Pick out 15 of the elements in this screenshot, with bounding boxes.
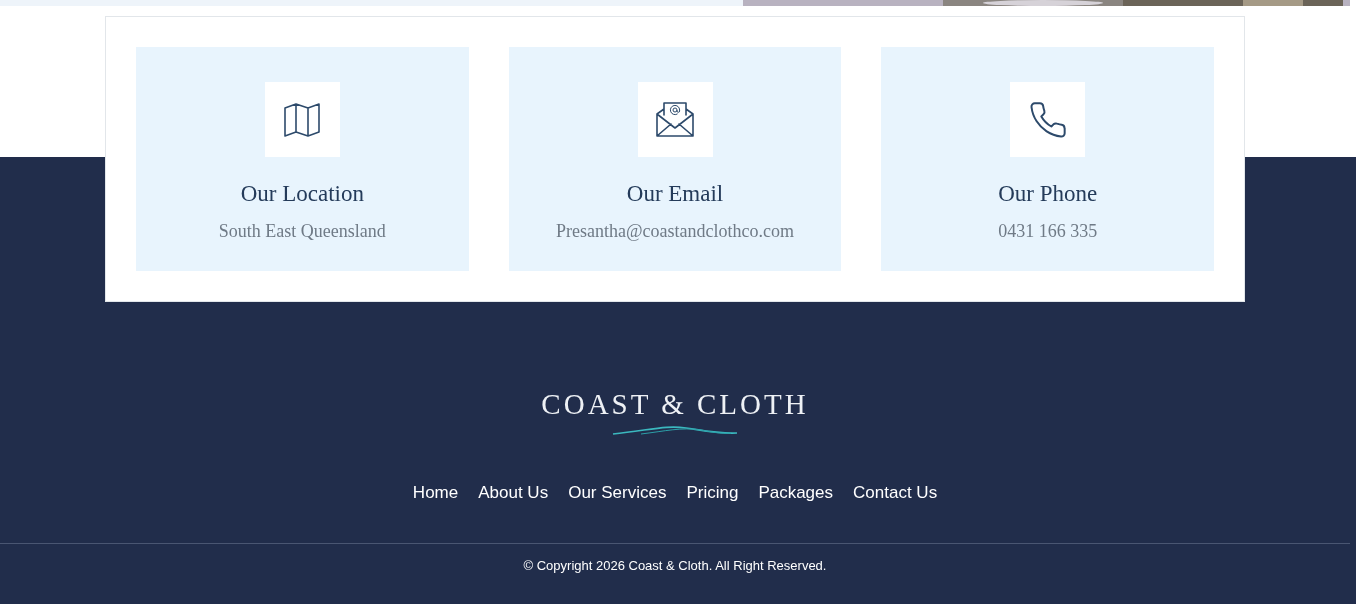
contact-title: Our Location [240, 180, 364, 208]
contact-detail: Presantha@coastandclothco.com [556, 219, 794, 243]
footer-nav-link[interactable]: Our Services [568, 480, 667, 506]
wave-logo-icon [611, 425, 739, 435]
contact-detail: South East Queensland [218, 219, 386, 243]
logo-text: COAST & CLOTH [541, 390, 809, 419]
footer-nav-link[interactable]: About Us [478, 480, 549, 506]
footer-nav-link[interactable]: Home [412, 480, 459, 506]
footer-nav-link[interactable]: Contact Us [853, 480, 938, 506]
footer-nav-link[interactable]: Packages [758, 480, 834, 506]
contact-detail: 0431 166 335 [998, 219, 1098, 243]
copyright-text: © Copyright 2026 Coast & Cloth. All Right Reserved. [523, 556, 827, 575]
footer-nav-link[interactable]: Pricing [686, 480, 739, 506]
contact-title: Our Phone [998, 180, 1098, 208]
contact-title: Our Email [626, 180, 724, 208]
